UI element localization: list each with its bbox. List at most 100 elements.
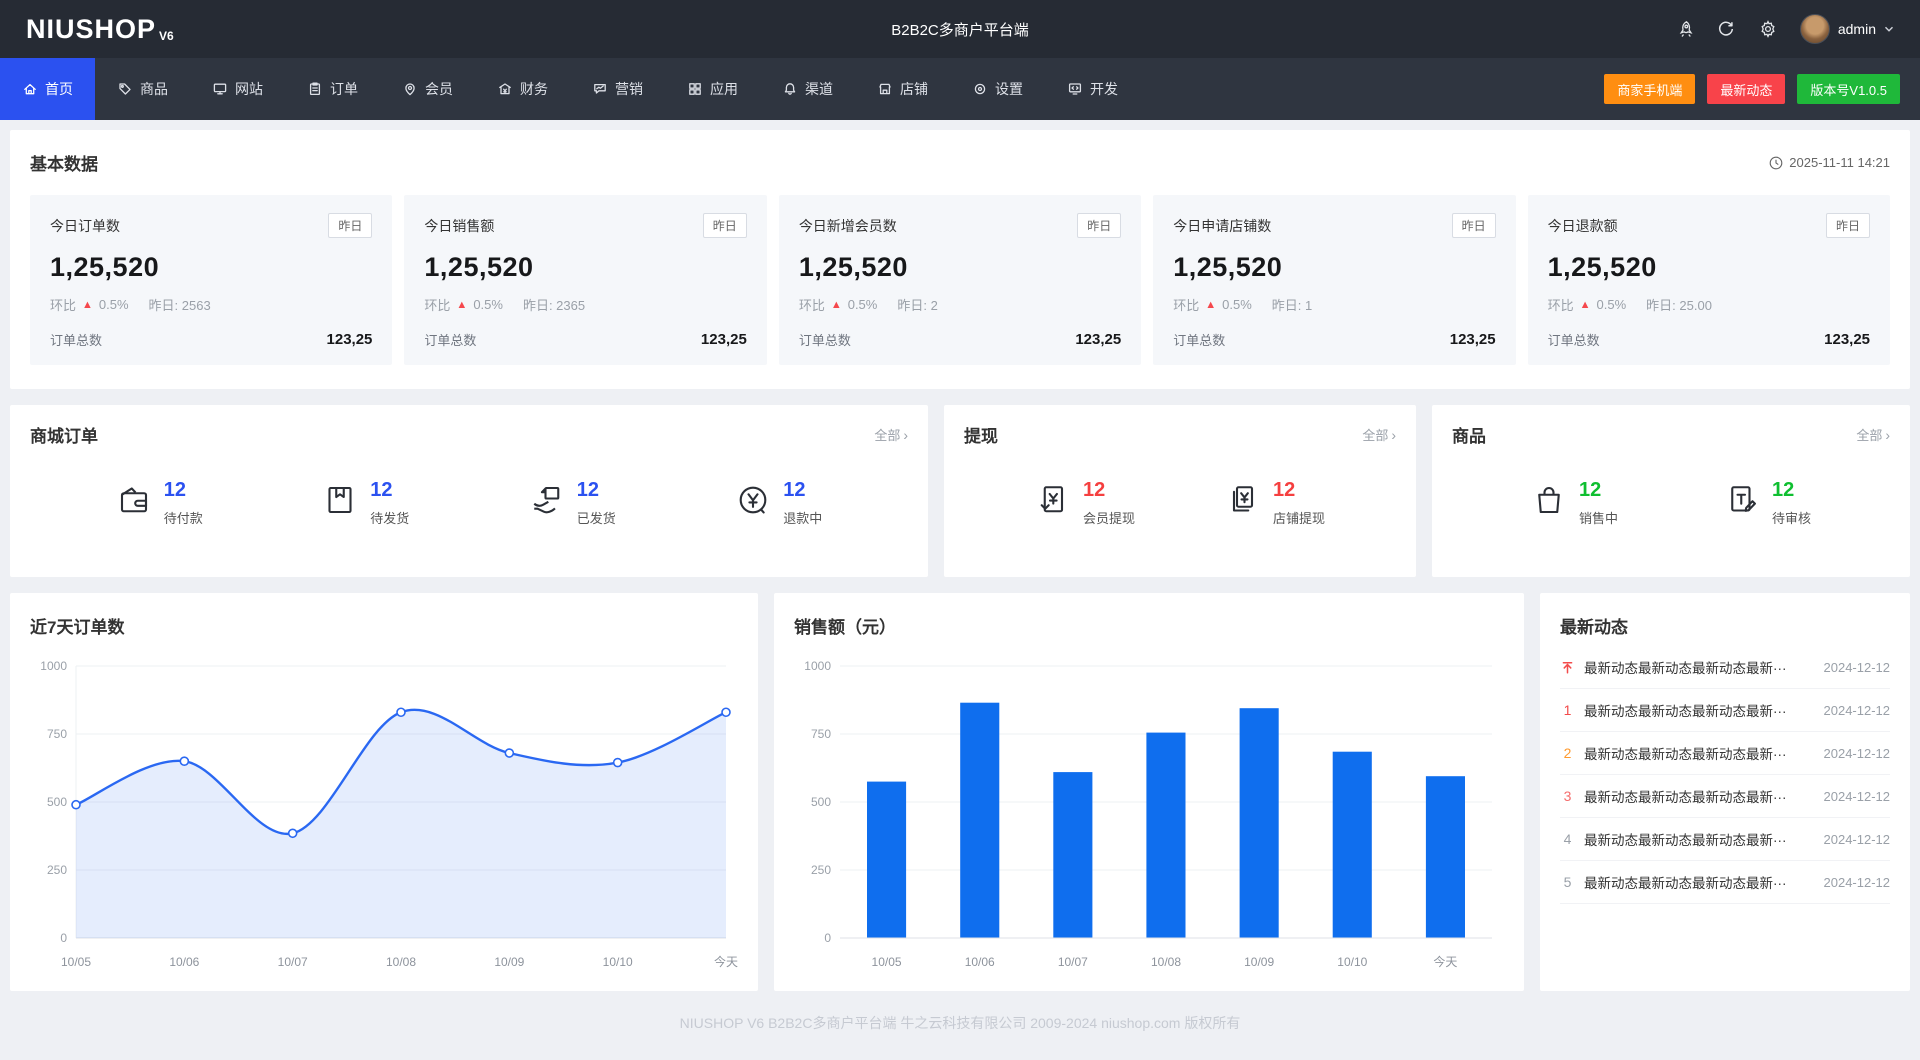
view-all-link[interactable]: 全部› <box>1856 425 1890 444</box>
view-all-link[interactable]: 全部› <box>1362 425 1396 444</box>
news-rank: 5 <box>1560 874 1575 890</box>
nav-item-member[interactable]: 会员 <box>380 58 475 120</box>
merchant-mobile-button[interactable]: 商家手机端 <box>1604 74 1695 104</box>
nav-item-order[interactable]: 订单 <box>285 58 380 120</box>
member-withdraw-item[interactable]: 12会员提现 <box>1035 480 1135 527</box>
news-rank: 2 <box>1560 745 1575 761</box>
svg-text:10/07: 10/07 <box>278 955 308 969</box>
svg-text:0: 0 <box>60 931 67 945</box>
yesterday-badge[interactable]: 昨日 <box>1826 213 1870 238</box>
svg-text:1000: 1000 <box>40 659 67 673</box>
chevron-right-icon: › <box>1885 427 1890 443</box>
svg-text:250: 250 <box>811 863 831 877</box>
pending-shipment-item[interactable]: 12待发货 <box>322 480 409 527</box>
settings-icon <box>972 81 988 97</box>
timestamp: 2025-11-11 14:21 <box>1769 155 1890 170</box>
dev-icon <box>1067 81 1083 97</box>
user-menu[interactable]: admin <box>1800 14 1894 44</box>
stat-card-orders-today: 今日订单数昨日 1,25,520 环比▲0.5%昨日: 2563 订单总数123… <box>30 195 392 365</box>
nav-item-home[interactable]: 首页 <box>0 58 95 120</box>
news-row[interactable]: 3最新动态最新动态最新动态最新···2024-12-12 <box>1560 775 1890 818</box>
pending-audit-item[interactable]: 12待审核 <box>1724 480 1811 527</box>
nav-item-dev[interactable]: 开发 <box>1045 58 1140 120</box>
news-date: 2024-12-12 <box>1824 875 1891 890</box>
view-all-link[interactable]: 全部› <box>874 425 908 444</box>
news-row[interactable]: 1最新动态最新动态最新动态最新···2024-12-12 <box>1560 689 1890 732</box>
item-value: 12 <box>164 480 203 500</box>
ratio-value: 0.5% <box>99 297 129 312</box>
stat-value: 1,25,520 <box>799 252 1121 283</box>
top-header: NIUSHOPV6 B2B2C多商户平台端 admin <box>0 0 1920 58</box>
nav-label: 财务 <box>520 79 548 99</box>
ratio-value: 0.5% <box>1222 297 1252 312</box>
nav-label: 应用 <box>710 79 738 99</box>
avatar[interactable] <box>1800 14 1830 44</box>
yesterday-badge[interactable]: 昨日 <box>703 213 747 238</box>
arrow-up-icon: ▲ <box>1205 299 1216 311</box>
gear-icon[interactable] <box>1758 19 1778 39</box>
rocket-icon[interactable] <box>1674 19 1694 39</box>
yesterday-badge[interactable]: 昨日 <box>1077 213 1121 238</box>
svg-text:10/10: 10/10 <box>603 955 633 969</box>
goods-icon <box>117 81 133 97</box>
total-value: 123,25 <box>1824 331 1870 348</box>
orders-7d-chart-panel: 近7天订单数 0250500750100010/0510/0610/0710/0… <box>10 593 758 991</box>
item-label: 待发货 <box>370 508 409 527</box>
ratio-label: 环比 <box>799 295 825 314</box>
news-date: 2024-12-12 <box>1824 789 1891 804</box>
svg-text:10/05: 10/05 <box>872 955 902 969</box>
stat-label: 今日新增会员数 <box>799 216 897 236</box>
nav-label: 设置 <box>995 79 1023 99</box>
total-label: 订单总数 <box>799 330 851 349</box>
news-text: 最新动态最新动态最新动态最新··· <box>1584 657 1815 677</box>
copyright: NIUSHOP V6 B2B2C多商户平台端 牛之云科技有限公司 2009-20… <box>10 991 1910 1051</box>
stat-value: 1,25,520 <box>1548 252 1870 283</box>
yesterday-value: 昨日: 2563 <box>149 295 211 314</box>
refunding-item[interactable]: 12退款中 <box>735 480 822 527</box>
svg-text:10/07: 10/07 <box>1058 955 1088 969</box>
news-row[interactable]: 最新动态最新动态最新动态最新···2024-12-12 <box>1560 646 1890 689</box>
svg-text:今天: 今天 <box>714 954 738 969</box>
nav-item-settings[interactable]: 设置 <box>950 58 1045 120</box>
news-text: 最新动态最新动态最新动态最新··· <box>1584 786 1815 806</box>
yesterday-badge[interactable]: 昨日 <box>328 213 372 238</box>
header-actions: admin <box>1674 14 1894 44</box>
home-icon <box>22 81 38 97</box>
nav-label: 首页 <box>45 79 73 99</box>
chart-title: 近7天订单数 <box>30 613 738 638</box>
news-row[interactable]: 4最新动态最新动态最新动态最新···2024-12-12 <box>1560 818 1890 861</box>
panel-title: 商品 <box>1452 422 1486 447</box>
arrow-up-icon: ▲ <box>456 299 467 311</box>
nav-item-goods[interactable]: 商品 <box>95 58 190 120</box>
nav-label: 会员 <box>425 79 453 99</box>
nav-item-marketing[interactable]: 营销 <box>570 58 665 120</box>
ratio-label: 环比 <box>424 295 450 314</box>
nav-item-shop[interactable]: 店铺 <box>855 58 950 120</box>
news-row[interactable]: 5最新动态最新动态最新动态最新···2024-12-12 <box>1560 861 1890 904</box>
nav-label: 店铺 <box>900 79 928 99</box>
panel-title: 最新动态 <box>1560 613 1890 638</box>
section-title: 基本数据 <box>30 150 98 175</box>
shop-withdraw-item[interactable]: 12店铺提现 <box>1225 480 1325 527</box>
news-rank: 4 <box>1560 831 1575 847</box>
news-date: 2024-12-12 <box>1824 703 1891 718</box>
nav-item-website[interactable]: 网站 <box>190 58 285 120</box>
item-value: 12 <box>1273 480 1325 500</box>
chevron-right-icon: › <box>903 427 908 443</box>
nav-item-apps[interactable]: 应用 <box>665 58 760 120</box>
news-row[interactable]: 2最新动态最新动态最新动态最新···2024-12-12 <box>1560 732 1890 775</box>
nav-item-finance[interactable]: 财务 <box>475 58 570 120</box>
latest-news-button[interactable]: 最新动态 <box>1707 74 1785 104</box>
total-value: 123,25 <box>701 331 747 348</box>
svg-text:250: 250 <box>47 863 67 877</box>
nav-item-channel[interactable]: 渠道 <box>760 58 855 120</box>
pending-payment-item[interactable]: 12待付款 <box>116 480 203 527</box>
yesterday-badge[interactable]: 昨日 <box>1452 213 1496 238</box>
refresh-icon[interactable] <box>1716 19 1736 39</box>
user-name: admin <box>1838 21 1876 37</box>
stat-value: 1,25,520 <box>50 252 372 283</box>
shipped-item[interactable]: 12已发货 <box>529 480 616 527</box>
version-button[interactable]: 版本号V1.0.5 <box>1797 74 1900 104</box>
svg-text:10/09: 10/09 <box>494 955 524 969</box>
on-sale-item[interactable]: 12销售中 <box>1531 480 1618 527</box>
